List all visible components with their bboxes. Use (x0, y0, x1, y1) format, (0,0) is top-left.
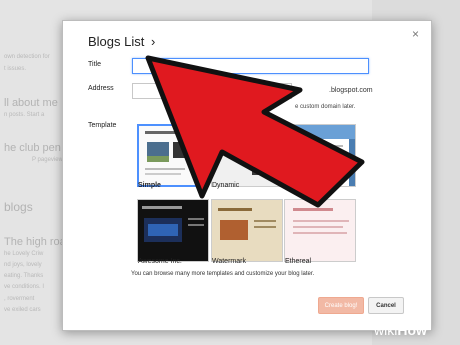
template-dynamic-name[interactable]: Dynamic (212, 182, 239, 189)
bg-heading: he club pen (4, 142, 61, 154)
dynamic-template-preview (212, 125, 282, 186)
dialog-title-text: Blogs List (88, 34, 145, 49)
watermark-template-preview (212, 200, 282, 261)
close-icon[interactable]: × (412, 27, 419, 41)
dialog-title: Blogs List › (88, 34, 155, 49)
blogs-list-dialog: Blogs List › × Title Address .blogspot.c… (62, 20, 432, 331)
template-watermark-name[interactable]: Watermark (212, 258, 246, 265)
template-simple-name[interactable]: Simple (138, 182, 161, 189)
bg-text-line: , roverment (4, 296, 35, 302)
create-blog-button[interactable]: Create blog! (318, 297, 364, 314)
bg-text-line: n posts. Start a (4, 112, 45, 118)
template-ethereal-name[interactable]: Ethereal (285, 258, 311, 265)
bg-heading: ll about me (4, 97, 58, 109)
template-awesome-name[interactable]: Awesome Inc. (138, 258, 182, 265)
bg-text-line: t issues. (4, 66, 27, 72)
bg-text-line: ve conditions. I (4, 284, 45, 290)
address-hint: e custom domain later. (295, 104, 356, 110)
address-input[interactable] (132, 83, 292, 99)
bg-heading: blogs (4, 200, 33, 214)
awesome-template-preview (138, 200, 208, 261)
template-watermark-thumbnail[interactable] (211, 199, 283, 262)
template-awesome-thumbnail[interactable] (137, 199, 209, 262)
bg-text-line: eating. Thanks (4, 273, 44, 279)
template-picture-window-name[interactable]: Picture Window (285, 182, 334, 189)
template-label: Template (88, 122, 117, 129)
wikihow-wiki: wiki (374, 322, 398, 338)
simple-template-preview (139, 126, 207, 185)
address-suffix: .blogspot.com (329, 87, 373, 94)
bg-text-line: nd joys, lovely (4, 262, 42, 268)
template-ethereal-thumbnail[interactable] (284, 199, 356, 262)
template-dynamic-thumbnail[interactable] (211, 124, 283, 187)
bg-heading: The high roa (4, 236, 66, 248)
template-simple-thumbnail[interactable] (137, 124, 209, 187)
browse-templates-hint: You can browse many more templates and c… (131, 271, 315, 277)
address-label: Address (88, 85, 114, 92)
picture-window-template-preview (285, 125, 355, 186)
bg-text-line: own detection for (4, 54, 50, 60)
bg-text-line: ve exiled cars (4, 307, 41, 313)
wikihow-how: How (397, 322, 427, 338)
title-label: Title (88, 61, 101, 68)
ethereal-template-preview (285, 200, 355, 261)
cancel-button[interactable]: Cancel (368, 297, 404, 314)
template-picture-window-thumbnail[interactable] (284, 124, 356, 187)
bg-text-line: P pageviews (32, 157, 66, 163)
bg-text-line: he Lovely Criw (4, 251, 44, 257)
chevron-right-icon[interactable]: › (151, 34, 155, 49)
title-input[interactable] (132, 58, 369, 74)
wikihow-logo: wikiHow (374, 322, 427, 338)
